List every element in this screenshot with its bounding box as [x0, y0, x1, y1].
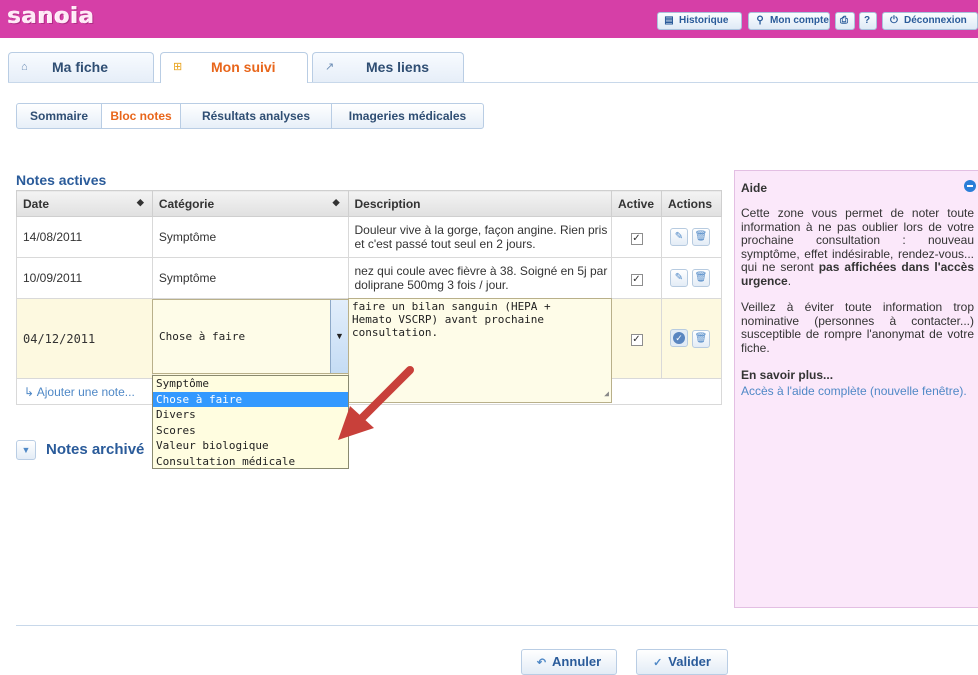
history-button[interactable]: ▤ Historique	[657, 12, 742, 30]
account-label: Mon compte	[770, 15, 829, 26]
column-header-category[interactable]: Catégorie ◆	[151, 190, 349, 217]
table-row: 10/09/2011 Symptôme nez qui coule avec f…	[16, 257, 723, 299]
print-icon: ⎙	[840, 15, 848, 26]
help-full-link[interactable]: Accès à l'aide complète (nouvelle fenêtr…	[741, 384, 967, 398]
note-description: nez qui coule avec fièvre à 38. Soigné e…	[347, 257, 613, 299]
column-header-date[interactable]: Date ◆	[16, 190, 153, 217]
history-icon: ▤	[664, 15, 674, 26]
archived-notes-header[interactable]: ▼ Notes archivé	[16, 440, 144, 460]
description-text: faire un bilan sanguin (HEPA + Hemato VS…	[352, 300, 551, 339]
tab-ma-fiche[interactable]: ⌂ Ma fiche	[8, 52, 154, 82]
archived-label: Notes archivé	[46, 440, 145, 458]
help-text-1: Cette zone vous permet de noter toute in…	[741, 206, 974, 288]
table-header-row: Date ◆ Catégorie ◆ Description Active Acti…	[16, 190, 723, 217]
subtab-resultats-analyses[interactable]: Résultats analyses	[181, 104, 332, 128]
help-text-1-end: .	[787, 273, 792, 288]
tab-label: Ma fiche	[52, 59, 109, 75]
dropdown-option-selected[interactable]: Chose à faire	[153, 391, 348, 407]
tab-mes-liens[interactable]: ↗ Mes liens	[312, 52, 464, 82]
annotation-arrow-icon	[338, 366, 414, 440]
collapse-icon[interactable]	[964, 180, 976, 192]
dropdown-option[interactable]: Valeur biologique	[153, 438, 348, 454]
tab-mon-suivi[interactable]: ⊞ Mon suivi	[160, 52, 308, 83]
subtab-imageries-medicales[interactable]: Imageries médicales	[332, 104, 483, 128]
top-bar: sanoia ▤ Historique ⚲ Mon compte ⎙ ? ⏻ Déco…	[0, 0, 978, 38]
help-panel-title: Aide	[741, 181, 768, 195]
undo-icon: ↶	[536, 657, 547, 669]
note-category: Symptôme	[151, 257, 349, 299]
tab-label: Mon suivi	[211, 59, 276, 75]
validate-label: Valider	[668, 654, 711, 669]
dropdown-option[interactable]: Scores	[153, 423, 348, 439]
external-link-icon: ↗	[325, 61, 335, 73]
add-note-link[interactable]: ↳ Ajouter une note...	[24, 385, 135, 399]
validate-button[interactable]: ✓ Valider	[636, 649, 728, 675]
dropdown-option[interactable]: Symptôme	[153, 376, 348, 392]
logo[interactable]: sanoia	[8, 4, 95, 29]
sort-icon: ◆	[332, 196, 340, 207]
category-select[interactable]: Chose à faire ▼	[152, 299, 349, 374]
expand-toggle-icon[interactable]: ▼	[16, 440, 36, 460]
logout-button[interactable]: ⏻ Déconnexion	[882, 12, 978, 30]
user-icon: ⚲	[756, 15, 764, 26]
active-checkbox[interactable]: ✓	[630, 334, 643, 346]
resize-grip-icon[interactable]: ◢	[604, 387, 609, 400]
note-date-edit[interactable]: 04/12/2011	[16, 298, 153, 379]
column-header-active: Active	[611, 190, 662, 217]
note-date: 14/08/2011	[16, 216, 153, 258]
check-icon: ✓	[672, 332, 685, 344]
delete-button[interactable]: 🗑	[691, 330, 710, 348]
dropdown-option[interactable]: Divers	[153, 407, 348, 423]
edit-button[interactable]: ✎	[669, 269, 688, 287]
active-checkbox[interactable]: ✓	[630, 273, 643, 286]
active-checkbox[interactable]: ✓	[630, 232, 643, 245]
delete-button[interactable]: 🗑	[691, 269, 710, 287]
help-panel: Aide Cette zone vous permet de noter tou…	[734, 170, 978, 608]
help-label: ?	[864, 15, 871, 26]
dropdown-option[interactable]: Consultation médicale	[153, 454, 348, 470]
notes-title: Notes actives	[16, 172, 107, 188]
help-button[interactable]: ?	[859, 12, 877, 30]
home-icon: ⌂	[21, 61, 28, 73]
column-header-actions: Actions	[660, 190, 723, 217]
category-dropdown-list: Symptôme Chose à faire Divers Scores Val…	[152, 375, 349, 469]
footer-divider	[16, 625, 978, 626]
cancel-label: Annuler	[552, 654, 602, 669]
tabs-divider	[8, 82, 978, 83]
logout-label: Déconnexion	[904, 15, 967, 26]
subtab-bloc-notes[interactable]: Bloc notes	[102, 104, 181, 128]
follow-up-icon: ⊞	[173, 61, 183, 73]
note-description: Douleur vive à la gorge, façon angine. R…	[347, 216, 613, 258]
add-note-label: Ajouter une note...	[36, 385, 135, 399]
account-button[interactable]: ⚲ Mon compte	[748, 12, 830, 30]
subtab-sommaire[interactable]: Sommaire	[17, 104, 102, 128]
column-header-description: Description	[347, 190, 613, 217]
edit-button[interactable]: ✎	[669, 228, 688, 246]
help-more-title: En savoir plus...	[741, 368, 834, 382]
check-icon: ✓	[653, 657, 663, 669]
note-date: 10/09/2011	[16, 257, 153, 299]
cancel-button[interactable]: ↶ Annuler	[521, 649, 617, 675]
table-row: 14/08/2011 Symptôme Douleur vive à la go…	[16, 216, 723, 258]
sort-icon: ◆	[136, 196, 144, 207]
power-icon: ⏻	[890, 15, 898, 26]
history-label: Historique	[679, 15, 729, 26]
save-note-button[interactable]: ✓	[669, 329, 688, 347]
tab-label: Mes liens	[366, 59, 430, 75]
column-category-label: Catégorie	[158, 196, 215, 211]
help-text-2: Veillez à éviter toute information trop …	[741, 300, 974, 355]
column-date-label: Date	[23, 196, 50, 211]
delete-button[interactable]: 🗑	[691, 228, 710, 246]
subtabs-bar: Sommaire Bloc notes Résultats analyses I…	[16, 103, 484, 129]
category-select-value: Chose à faire	[159, 330, 246, 343]
note-category: Symptôme	[151, 216, 349, 258]
print-button[interactable]: ⎙	[835, 12, 855, 30]
